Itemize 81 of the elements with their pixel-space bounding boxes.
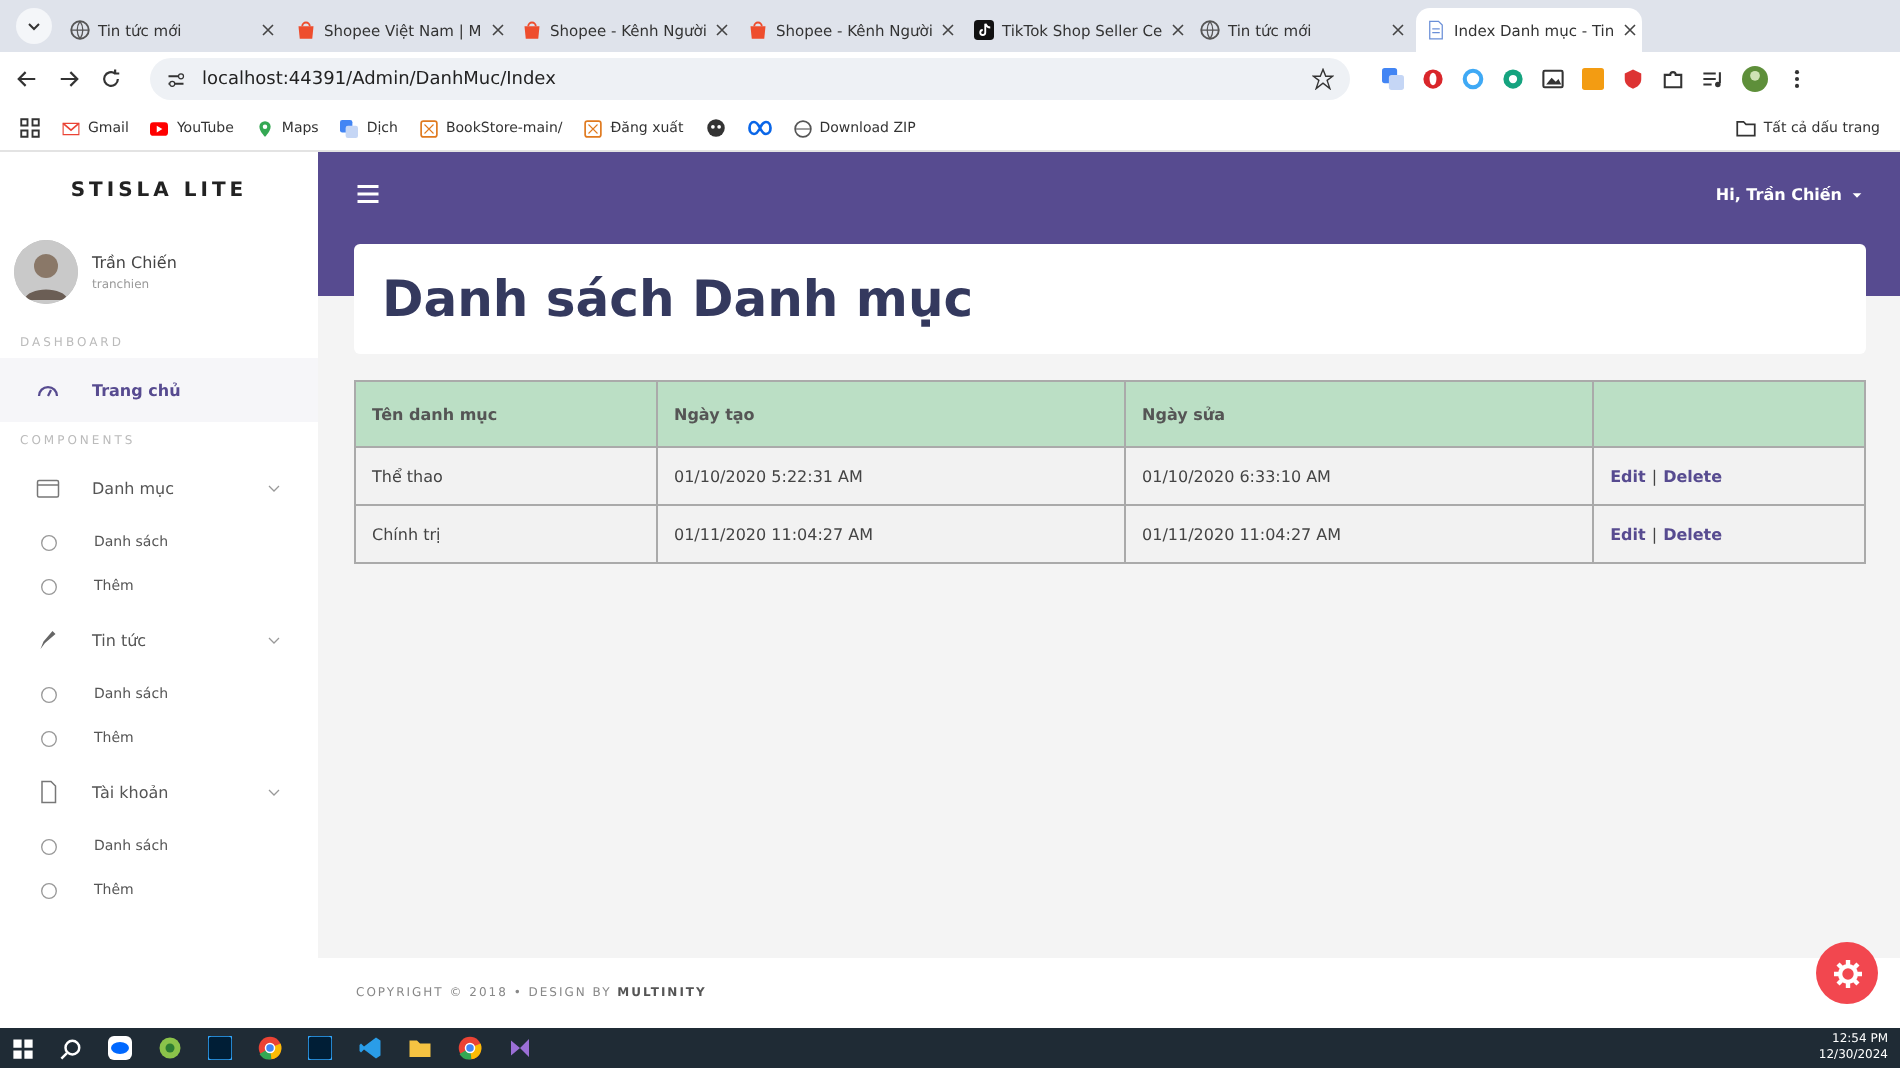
column-header: Ngày sửa	[1125, 381, 1594, 447]
circle-icon	[40, 533, 58, 551]
profile-avatar-icon[interactable]	[1742, 66, 1768, 92]
user-name: Trần Chiến	[92, 253, 177, 271]
menu-icon[interactable]	[356, 182, 380, 206]
separator: |	[1651, 467, 1658, 485]
column-header: Ngày tạo	[657, 381, 1126, 447]
translate-icon	[340, 119, 359, 137]
shopping-bag-icon	[296, 20, 316, 40]
site-settings-icon	[166, 69, 186, 89]
settings-icon	[1833, 959, 1861, 987]
action-link[interactable]: Delete	[1663, 467, 1723, 485]
menu-item[interactable]: Tài khoản	[0, 760, 318, 824]
user-menu[interactable]: Hi, Trần Chiến	[1715, 185, 1864, 203]
separator: |	[1651, 525, 1658, 543]
page-icon	[1426, 20, 1446, 40]
column-header: Tên danh mục	[355, 381, 657, 447]
apps-grid-icon[interactable]	[20, 118, 40, 138]
circle-icon	[40, 729, 58, 747]
menu-item[interactable]: Tin tức	[0, 608, 318, 672]
circle-icon	[40, 685, 58, 703]
brand-title: STISLA LITE	[68, 177, 250, 205]
page-title: Danh sách Danh mục	[382, 270, 974, 328]
app-icon[interactable]	[208, 1036, 232, 1060]
media-icon[interactable]	[1702, 68, 1724, 90]
shopping-bag-icon	[748, 20, 768, 40]
action-link[interactable]: Edit	[1610, 467, 1646, 485]
table-cell: 01/11/2020 11:04:27 AM	[1125, 505, 1594, 563]
circle-icon	[40, 577, 58, 595]
infinity-icon[interactable]	[747, 116, 772, 140]
circle-icon	[40, 837, 58, 855]
search-icon[interactable]	[60, 1037, 82, 1059]
extension-icon[interactable]	[1462, 68, 1484, 90]
chevron-down-icon	[266, 632, 282, 648]
pen-icon	[36, 628, 60, 652]
extension-icon[interactable]	[1422, 68, 1444, 90]
document-icon	[36, 780, 60, 804]
chevron-down-icon	[26, 18, 42, 34]
table-cell: Chính trị	[355, 505, 657, 563]
music-note-icon	[974, 20, 994, 40]
table-cell: 01/11/2020 11:04:27 AM	[657, 505, 1126, 563]
close-icon[interactable]	[940, 22, 957, 38]
tab-search-button[interactable]	[16, 8, 52, 44]
image-icon[interactable]	[1542, 68, 1564, 90]
avatar	[14, 240, 78, 304]
app-icon[interactable]	[508, 1036, 532, 1060]
table-cell: Thể thao	[355, 447, 657, 505]
mail-icon	[62, 119, 80, 137]
close-icon[interactable]	[489, 22, 506, 38]
star-icon[interactable]	[1312, 68, 1334, 90]
close-icon[interactable]	[260, 22, 276, 38]
map-pin-icon	[255, 119, 274, 137]
close-icon[interactable]	[714, 22, 731, 38]
browser-icon[interactable]	[258, 1036, 282, 1060]
close-icon[interactable]	[1390, 22, 1406, 38]
table-cell: 01/10/2020 6:33:10 AM	[1125, 447, 1594, 505]
translate-icon[interactable]	[1382, 68, 1404, 90]
app-icon[interactable]	[158, 1036, 182, 1060]
menu-item[interactable]: Danh mục	[0, 456, 318, 520]
circle-icon	[40, 881, 58, 899]
browser-icon[interactable]	[458, 1036, 482, 1060]
chevron-down-icon	[266, 784, 282, 800]
action-link[interactable]: Delete	[1663, 525, 1723, 543]
extension-icon[interactable]	[1502, 68, 1524, 90]
windows-icon[interactable]	[12, 1037, 34, 1059]
address-bar[interactable]: localhost:44391/Admin/DanhMuc/Index	[150, 58, 1350, 100]
action-link[interactable]: Edit	[1610, 525, 1646, 543]
reload-icon[interactable]	[100, 68, 122, 90]
caret-icon	[1850, 187, 1864, 201]
menu-item[interactable]: Trang chủ	[0, 358, 318, 422]
chevron-down-icon	[266, 480, 282, 496]
shield-icon[interactable]	[1622, 68, 1644, 90]
shopping-bag-icon	[522, 20, 542, 40]
table-cell: 01/10/2020 5:22:31 AM	[657, 447, 1126, 505]
back-icon[interactable]	[16, 68, 38, 90]
settings-button[interactable]	[1816, 942, 1878, 1004]
play-icon	[150, 119, 169, 137]
close-icon[interactable]	[1622, 22, 1639, 38]
close-icon[interactable]	[1170, 22, 1187, 38]
app-icon[interactable]	[308, 1036, 332, 1060]
forward-icon[interactable]	[58, 68, 80, 90]
